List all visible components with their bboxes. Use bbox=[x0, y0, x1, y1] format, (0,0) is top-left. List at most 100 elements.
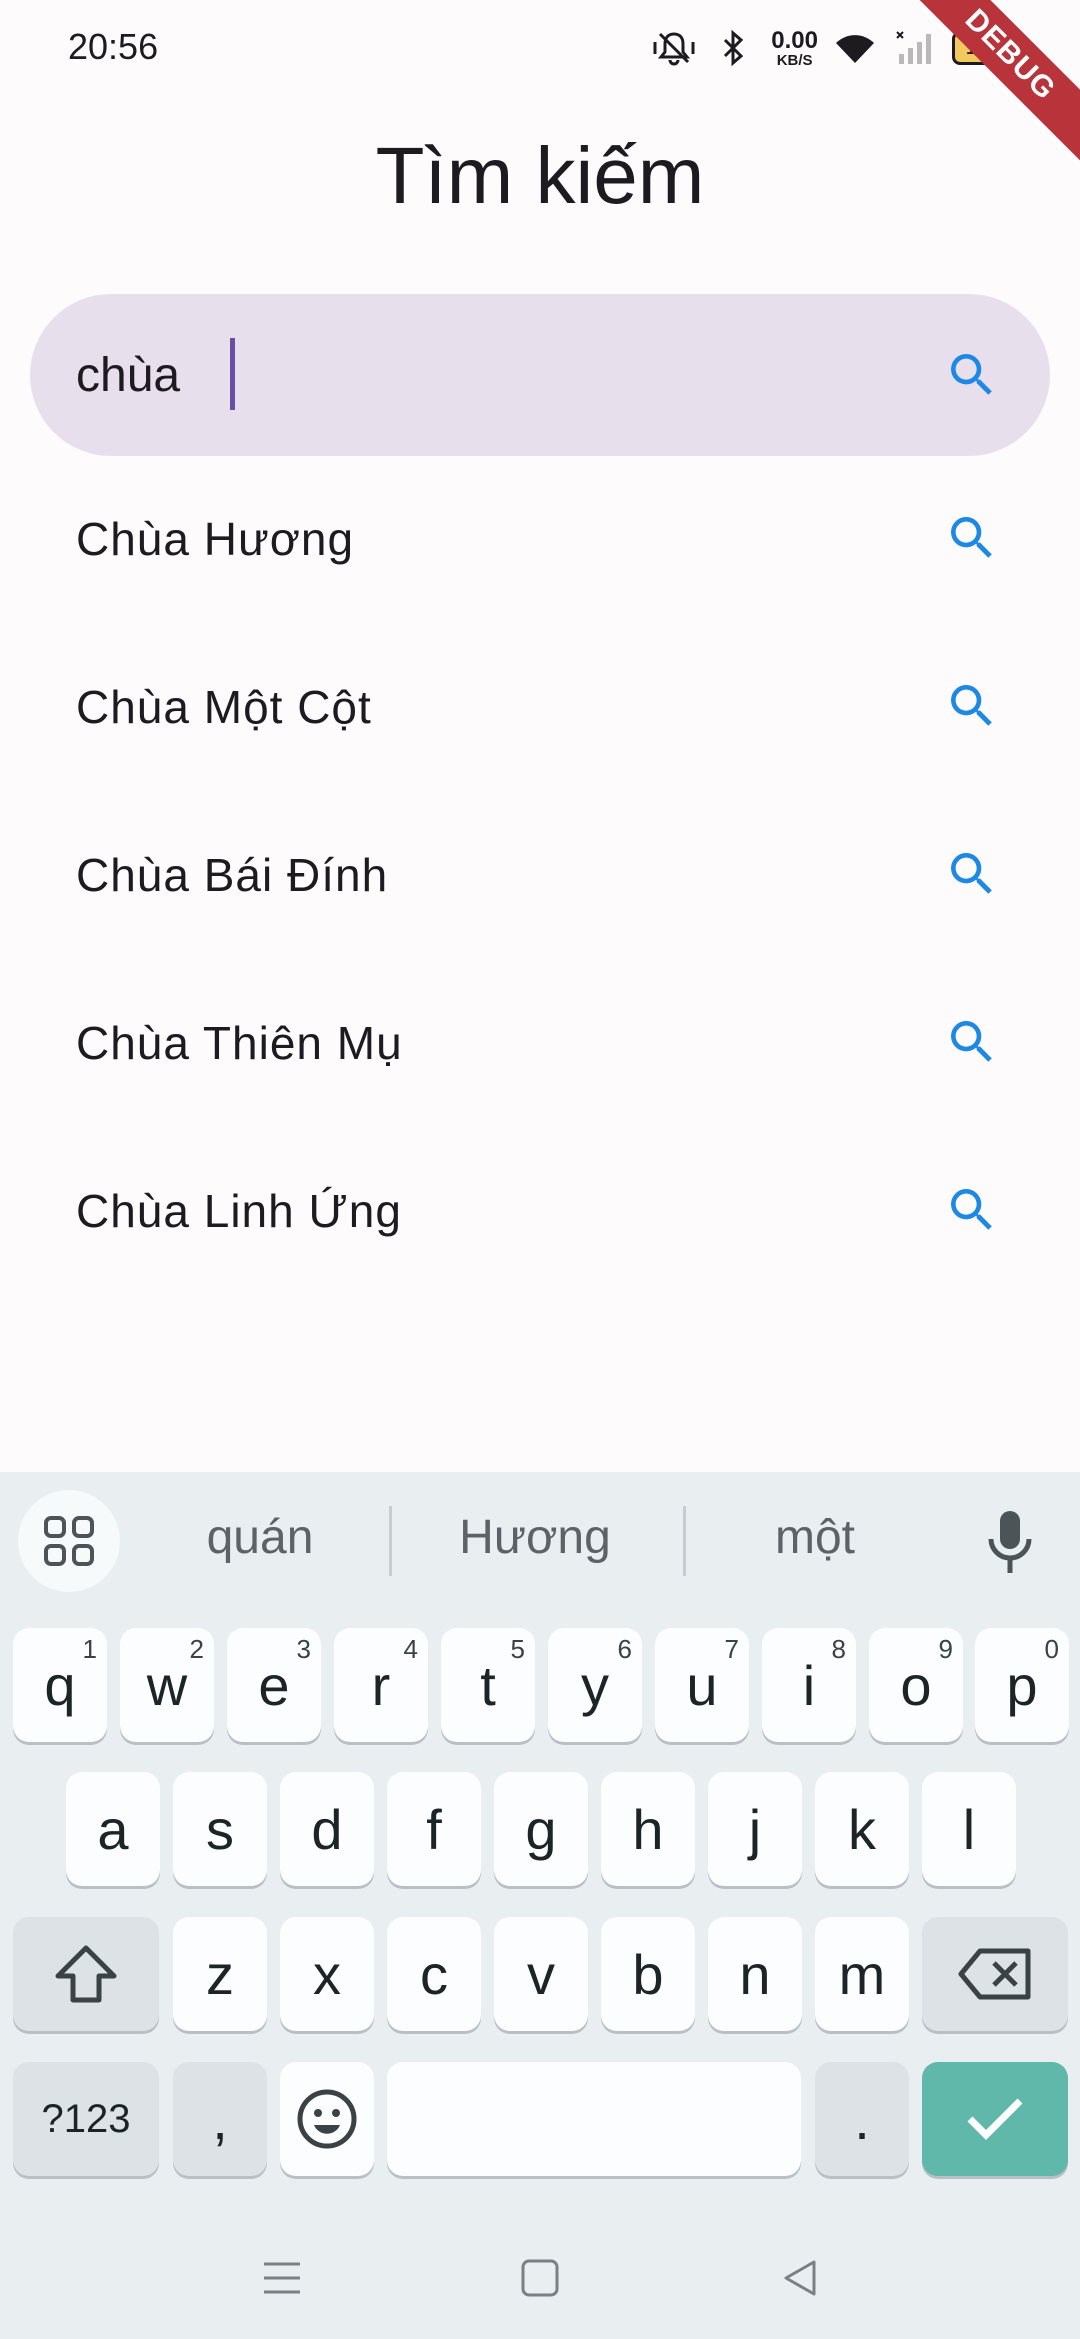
microphone-icon bbox=[988, 1511, 1032, 1573]
key-w[interactable]: w2 bbox=[120, 1628, 214, 1742]
suggestion-search-button[interactable] bbox=[936, 1006, 1008, 1078]
keyboard-suggestion-bar: quán Hương một bbox=[0, 1472, 1080, 1614]
page-title: Tìm kiếm bbox=[375, 131, 705, 220]
search-icon bbox=[951, 853, 992, 894]
key-h[interactable]: h bbox=[601, 1772, 695, 1886]
key-l[interactable]: l bbox=[922, 1772, 1016, 1886]
key-hint: 2 bbox=[189, 1634, 204, 1664]
key-label: t bbox=[480, 1653, 496, 1717]
enter-key[interactable] bbox=[922, 2062, 1068, 2176]
suggestion-search-button[interactable] bbox=[936, 838, 1008, 910]
key-v[interactable]: v bbox=[494, 1917, 588, 2031]
key-n[interactable]: n bbox=[708, 1917, 802, 2031]
emoji-key[interactable] bbox=[280, 2062, 374, 2176]
key-hint: 3 bbox=[296, 1634, 311, 1664]
key-label: r bbox=[371, 1653, 391, 1717]
key-hint: 0 bbox=[1044, 1634, 1059, 1664]
key-label: . bbox=[854, 2087, 870, 2151]
key-c[interactable]: c bbox=[387, 1917, 481, 2031]
key-label: e bbox=[258, 1653, 290, 1717]
key-i[interactable]: i8 bbox=[762, 1628, 856, 1742]
grid-icon bbox=[44, 1516, 94, 1566]
suggestion-search-button[interactable] bbox=[936, 670, 1008, 742]
network-speed-unit: KB/S bbox=[776, 51, 813, 69]
key-label: j bbox=[748, 1797, 762, 1861]
spacebar-key[interactable] bbox=[387, 2062, 801, 2176]
network-speed-value: 0.00 bbox=[771, 26, 818, 54]
key-label: f bbox=[426, 1797, 442, 1861]
key-k[interactable]: k bbox=[815, 1772, 909, 1886]
key-label: q bbox=[44, 1653, 76, 1717]
suggestion-item[interactable]: Chùa Linh Ứng bbox=[0, 1128, 1080, 1296]
search-input[interactable]: chùa bbox=[76, 348, 180, 403]
menu-icon bbox=[264, 2262, 300, 2294]
suggestion-item[interactable]: Chùa Hương bbox=[0, 456, 1080, 624]
backspace-key[interactable] bbox=[922, 1917, 1068, 2031]
keyboard-apps-button[interactable] bbox=[18, 1490, 120, 1592]
suggestion-item[interactable]: Chùa Thiên Mụ bbox=[0, 960, 1080, 1128]
key-p[interactable]: p0 bbox=[975, 1628, 1069, 1742]
key-label: o bbox=[900, 1653, 932, 1717]
emoji-icon bbox=[297, 2089, 357, 2149]
search-button[interactable] bbox=[936, 339, 1008, 411]
word-suggestion[interactable]: một bbox=[695, 1510, 935, 1565]
search-icon bbox=[951, 685, 992, 726]
word-suggestion[interactable]: quán bbox=[140, 1510, 380, 1565]
search-icon bbox=[951, 354, 992, 395]
suggestion-divider bbox=[389, 1506, 392, 1576]
search-icon bbox=[951, 1021, 992, 1062]
key-z[interactable]: z bbox=[173, 1917, 267, 2031]
suggestion-search-button[interactable] bbox=[936, 1174, 1008, 1246]
suggestion-item[interactable]: Chùa Một Cột bbox=[0, 624, 1080, 792]
back-icon bbox=[784, 2260, 816, 2296]
recent-apps-button[interactable] bbox=[252, 2248, 312, 2308]
key-label: l bbox=[962, 1797, 976, 1861]
key-f[interactable]: f bbox=[387, 1772, 481, 1886]
key-hint: 9 bbox=[938, 1634, 953, 1664]
suggestion-search-button[interactable] bbox=[936, 502, 1008, 574]
key-e[interactable]: e3 bbox=[227, 1628, 321, 1742]
key-o[interactable]: o9 bbox=[869, 1628, 963, 1742]
backspace-icon bbox=[958, 1948, 1031, 2000]
symbols-key[interactable]: ?123 bbox=[13, 2062, 159, 2176]
checkmark-icon bbox=[967, 2098, 1023, 2140]
shift-key[interactable] bbox=[13, 1917, 159, 2031]
key-label: p bbox=[1006, 1653, 1038, 1717]
key-x[interactable]: x bbox=[280, 1917, 374, 2031]
key-hint: 7 bbox=[724, 1634, 739, 1664]
suggestion-list: Chùa Hương Chùa Một Cột Chùa Bái Đính Ch… bbox=[0, 456, 1080, 1296]
key-label: n bbox=[739, 1942, 771, 2006]
wifi-icon bbox=[832, 25, 878, 71]
period-key[interactable]: . bbox=[815, 2062, 909, 2176]
word-suggestion[interactable]: Hương bbox=[415, 1510, 655, 1565]
key-label: s bbox=[206, 1797, 234, 1861]
key-m[interactable]: m bbox=[815, 1917, 909, 2031]
home-button[interactable] bbox=[510, 2248, 570, 2308]
suggestion-item[interactable]: Chùa Bái Đính bbox=[0, 792, 1080, 960]
search-bar[interactable]: chùa bbox=[30, 294, 1050, 456]
text-caret bbox=[230, 338, 235, 410]
key-r[interactable]: r4 bbox=[334, 1628, 428, 1742]
key-d[interactable]: d bbox=[280, 1772, 374, 1886]
key-y[interactable]: y6 bbox=[548, 1628, 642, 1742]
bluetooth-icon bbox=[711, 25, 757, 71]
key-label: u bbox=[686, 1653, 718, 1717]
key-j[interactable]: j bbox=[708, 1772, 802, 1886]
shift-icon bbox=[55, 1945, 117, 2003]
suggestion-label: Chùa Linh Ứng bbox=[76, 1185, 402, 1237]
key-label: w bbox=[146, 1653, 188, 1717]
key-b[interactable]: b bbox=[601, 1917, 695, 2031]
key-s[interactable]: s bbox=[173, 1772, 267, 1886]
voice-input-button[interactable] bbox=[980, 1500, 1040, 1584]
key-a[interactable]: a bbox=[66, 1772, 160, 1886]
back-button[interactable] bbox=[770, 2248, 830, 2308]
cellular-signal-icon bbox=[892, 25, 938, 71]
key-g[interactable]: g bbox=[494, 1772, 588, 1886]
silent-mode-icon bbox=[651, 25, 697, 71]
comma-key[interactable]: , bbox=[173, 2062, 267, 2176]
search-icon bbox=[951, 1189, 992, 1230]
key-t[interactable]: t5 bbox=[441, 1628, 535, 1742]
key-label: y bbox=[581, 1653, 609, 1717]
key-u[interactable]: u7 bbox=[655, 1628, 749, 1742]
key-q[interactable]: q1 bbox=[13, 1628, 107, 1742]
